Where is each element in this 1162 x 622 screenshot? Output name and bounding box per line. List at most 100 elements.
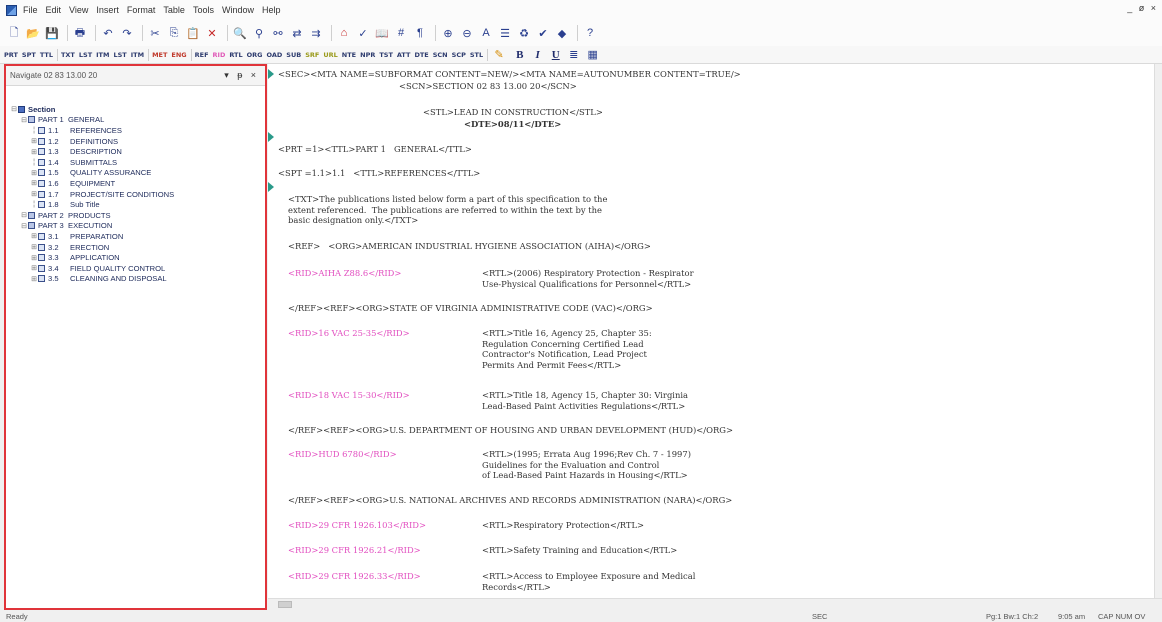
expand-toggle-icon[interactable]: ⊞ <box>30 275 38 283</box>
tag-url-button[interactable]: URL <box>323 51 337 59</box>
window-controls[interactable]: _ ø × <box>1127 3 1158 13</box>
expand-toggle-icon[interactable]: ⊞ <box>30 232 38 240</box>
tag-oad-button[interactable]: OAD <box>267 51 283 59</box>
highlighter-icon[interactable]: ✎ <box>491 47 507 63</box>
tree-item[interactable]: ¦ 1.1 REFERENCES <box>10 125 265 136</box>
expand-toggle-icon[interactable]: ⊞ <box>30 264 38 272</box>
tag-txt-button[interactable]: TXT <box>61 51 75 59</box>
expand-toggle-icon[interactable]: ⊞ <box>30 179 38 187</box>
navigator-controls[interactable]: ▾ ᵽ × <box>224 70 259 81</box>
find-replace-icon[interactable]: ⚯ <box>270 25 286 41</box>
expand-toggle-icon[interactable]: ⊞ <box>30 137 38 145</box>
menu-table[interactable]: Table <box>163 5 185 15</box>
menu-help[interactable]: Help <box>262 5 281 15</box>
tree-item[interactable]: ⊞ 1.2 DEFINITIONS <box>10 136 265 147</box>
expand-toggle-icon[interactable]: ⊟ <box>20 116 28 124</box>
tree-item[interactable]: ⊟ PART 1 GENERAL <box>10 115 265 126</box>
bold-button[interactable]: B <box>516 49 523 61</box>
expand-toggle-icon[interactable]: ¦ <box>30 127 38 134</box>
bookmark-icon[interactable]: ◆ <box>554 25 570 41</box>
paragraph-icon[interactable]: ¶ <box>412 25 428 41</box>
expand-toggle-icon[interactable]: ¦ <box>30 159 38 166</box>
align-icon[interactable]: ☰ <box>497 25 513 41</box>
tag-att-button[interactable]: ATT <box>397 51 411 59</box>
expand-toggle-icon[interactable]: ⊟ <box>20 211 28 219</box>
editor-pane[interactable]: <SEC><MTA NAME=SUBFORMAT CONTENT=NEW/><M… <box>268 64 1156 598</box>
menu-format[interactable]: Format <box>127 5 156 15</box>
zoom-out-icon[interactable]: ⊖ <box>459 25 475 41</box>
tree-item[interactable]: ⊞ 3.3 APPLICATION <box>10 252 265 263</box>
tree-item[interactable]: ⊟ PART 2 PRODUCTS <box>10 210 265 221</box>
horizontal-scroll-thumb[interactable] <box>278 601 292 608</box>
tag-ref-button[interactable]: REF <box>195 51 209 59</box>
tag-stl-button[interactable]: STL <box>470 51 483 59</box>
tree-item[interactable]: ⊞ 3.5 CLEANING AND DISPOSAL <box>10 274 265 285</box>
tag-rid-button[interactable]: RID <box>213 51 226 59</box>
tag-lst-button[interactable]: LST <box>79 51 92 59</box>
tag-org-button[interactable]: ORG <box>247 51 263 59</box>
font-size-icon[interactable]: A <box>478 25 494 41</box>
cut-icon[interactable]: ✂ <box>147 25 163 41</box>
replace-icon[interactable]: ⇄ <box>289 25 305 41</box>
print-icon[interactable]: 🖶 <box>72 25 88 41</box>
table-icon[interactable]: ▦ <box>585 47 601 63</box>
tree-item[interactable]: ¦ 1.4 SUBMITTALS <box>10 157 265 168</box>
save-icon[interactable]: 💾 <box>44 25 60 41</box>
word-count-icon[interactable]: # <box>393 25 409 41</box>
menu-file[interactable]: File <box>23 5 38 15</box>
tag-prt-button[interactable]: PRT <box>4 51 18 59</box>
tag-npr-button[interactable]: NPR <box>360 51 375 59</box>
menu-window[interactable]: Window <box>222 5 254 15</box>
tree-item[interactable]: ⊞ 3.1 PREPARATION <box>10 231 265 242</box>
replace-all-icon[interactable]: ⇉ <box>308 25 324 41</box>
tag-itm-button[interactable]: ITM <box>96 51 109 59</box>
tag-itm-nested-button[interactable]: ITM <box>131 51 144 59</box>
spell-check-icon[interactable]: ✓ <box>355 25 371 41</box>
find-next-icon[interactable]: ⚲ <box>251 25 267 41</box>
expand-toggle-icon[interactable]: ⊞ <box>30 148 38 156</box>
tree-item[interactable]: ⊟ PART 3 EXECUTION <box>10 221 265 232</box>
expand-toggle-icon[interactable]: ⊟ <box>20 222 28 230</box>
tree-item[interactable]: ⊟ Section <box>10 104 265 115</box>
tag-met-button[interactable]: MET <box>152 51 167 59</box>
tree-item[interactable]: ⊞ 1.6 EQUIPMENT <box>10 178 265 189</box>
align-justify-icon[interactable]: ≣ <box>566 47 582 63</box>
tag-rtl-button[interactable]: RTL <box>229 51 242 59</box>
delete-icon[interactable]: ✕ <box>204 25 220 41</box>
tag-lst-nested-button[interactable]: LST <box>113 51 126 59</box>
tag-srf-button[interactable]: SRF <box>305 51 319 59</box>
tree-item[interactable]: ⊞ 3.4 FIELD QUALITY CONTROL <box>10 263 265 274</box>
tag-ttl-button[interactable]: TTL <box>40 51 53 59</box>
thesaurus-icon[interactable]: 📖 <box>374 25 390 41</box>
vertical-scrollbar[interactable] <box>1154 64 1162 598</box>
expand-toggle-icon[interactable]: ⊟ <box>10 105 18 113</box>
paste-icon[interactable]: 📋 <box>185 25 201 41</box>
new-file-icon[interactable]: 🗋 <box>6 25 22 41</box>
tree-item[interactable]: ¦ 1.8 Sub Title <box>10 199 265 210</box>
menu-tools[interactable]: Tools <box>193 5 214 15</box>
tree-item[interactable]: ⊞ 1.3 DESCRIPTION <box>10 146 265 157</box>
check-icon[interactable]: ✔ <box>535 25 551 41</box>
expand-toggle-icon[interactable]: ¦ <box>30 201 38 208</box>
menu-insert[interactable]: Insert <box>96 5 119 15</box>
tree-item[interactable]: ⊞ 1.5 QUALITY ASSURANCE <box>10 168 265 179</box>
tag-eng-button[interactable]: ENG <box>171 51 186 59</box>
tag-spt-button[interactable]: SPT <box>22 51 36 59</box>
tag-dte-button[interactable]: DTE <box>414 51 428 59</box>
expand-toggle-icon[interactable]: ⊞ <box>30 169 38 177</box>
expand-toggle-icon[interactable]: ⊞ <box>30 243 38 251</box>
tag-tst-button[interactable]: TST <box>379 51 393 59</box>
menu-edit[interactable]: Edit <box>46 5 62 15</box>
zoom-in-icon[interactable]: ⊕ <box>440 25 456 41</box>
underline-button[interactable]: U <box>552 49 560 61</box>
undo-icon[interactable]: ↶ <box>100 25 116 41</box>
find-icon[interactable]: 🔍 <box>232 25 248 41</box>
tag-scn-button[interactable]: SCN <box>433 51 448 59</box>
tag-nte-button[interactable]: NTE <box>342 51 356 59</box>
italic-button[interactable]: I <box>535 49 539 61</box>
validate-icon[interactable]: ♻ <box>516 25 532 41</box>
redo-icon[interactable]: ↷ <box>119 25 135 41</box>
expand-toggle-icon[interactable]: ⊞ <box>30 254 38 262</box>
tree-item[interactable]: ⊞ 3.2 ERECTION <box>10 242 265 253</box>
tag-sub-button[interactable]: SUB <box>286 51 301 59</box>
